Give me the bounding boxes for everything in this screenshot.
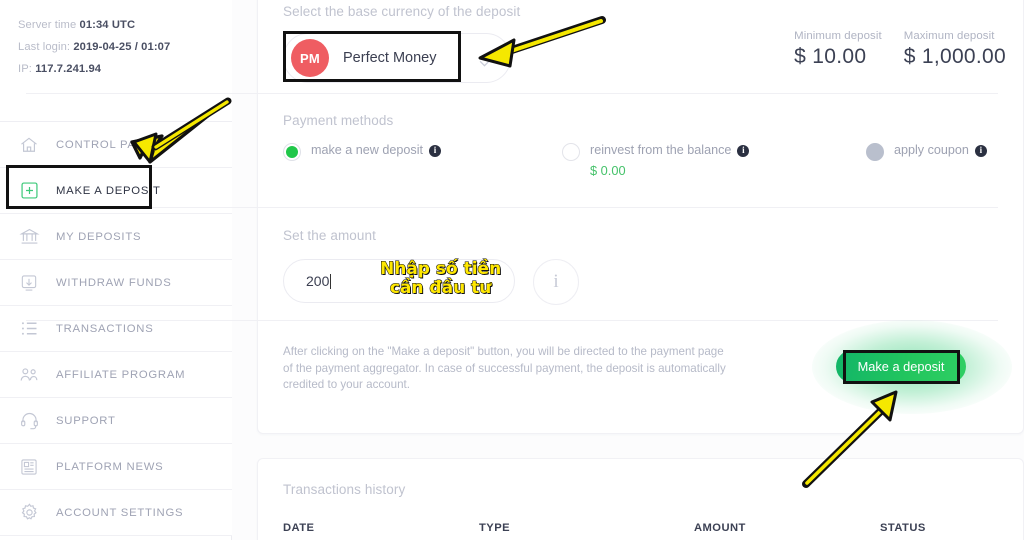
text-caret [330, 273, 332, 289]
sidebar-item-control-panel[interactable]: CONTROL PANEL [0, 122, 232, 168]
maximum-deposit-value: $ 1,000.00 [903, 45, 1006, 68]
minimum-deposit-value: $ 10.00 [794, 45, 867, 68]
sidebar-item-label: PLATFORM NEWS [56, 460, 164, 473]
last-login-value: 2019-04-25 / 01:07 [73, 41, 171, 53]
transactions-history-header: DATE TYPE AMOUNT STATUS [283, 522, 983, 540]
radio-apply-coupon[interactable] [866, 143, 884, 161]
info-icon[interactable]: i [429, 144, 442, 157]
payment-method-label-wrap: apply coupon i [894, 142, 987, 159]
sidebar-item-account-settings[interactable]: ACCOUNT SETTINGS [0, 490, 232, 536]
app-root: Server time 01:34 UTC Last login: 2019-0… [0, 0, 1024, 540]
payment-method-label: apply coupon [894, 143, 969, 157]
payment-method-label: make a new deposit [311, 143, 424, 157]
info-icon[interactable]: i [737, 144, 750, 157]
bank-icon [14, 222, 44, 252]
payment-method-label-wrap: make a new deposit i [311, 142, 442, 159]
radio-reinvest-from-the-balance[interactable] [562, 143, 580, 161]
list-icon [14, 314, 44, 344]
column-header-amount: AMOUNT [694, 522, 746, 534]
amount-hint-line-1: Nhập số tiền [379, 259, 502, 279]
amount-info-icon[interactable]: i [533, 259, 579, 305]
server-time-value: 01:34 UTC [79, 19, 136, 31]
maximum-deposit-caption: Maximum deposit [903, 30, 995, 42]
withdraw-icon [14, 268, 44, 298]
perfect-money-badge: PM [291, 39, 329, 77]
minimum-deposit-caption: Minimum deposit [794, 30, 882, 42]
amount-hint-line-2: cần đầu tư [389, 278, 492, 298]
sidebar-item-label: ACCOUNT SETTINGS [56, 506, 184, 519]
column-header-date: DATE [283, 522, 315, 534]
transactions-history-title: Transactions history [283, 482, 406, 497]
last-login-label: Last login: [18, 41, 71, 53]
sidebar-item-affiliate-program[interactable]: AFFILIATE PROGRAM [0, 352, 232, 398]
divider-currency [26, 93, 998, 94]
sidebar-item-label: SUPPORT [56, 414, 116, 427]
reinvest-balance-amount: $ 0.00 [590, 163, 626, 178]
deposit-limits: Minimum deposit $ 10.00 Maximum deposit … [794, 30, 1006, 69]
chevron-down-icon [479, 54, 490, 67]
sidebar-item-label: AFFILIATE PROGRAM [56, 368, 186, 381]
column-header-type: TYPE [479, 522, 511, 534]
column-header-status: STATUS [880, 522, 926, 534]
payment-method-new-deposit[interactable]: make a new deposit i [283, 142, 442, 161]
sidebar-item-label: TRANSACTIONS [56, 322, 154, 335]
server-time-line: Server time 01:34 UTC [18, 14, 232, 36]
sidebar-item-label: CONTROL PANEL [56, 138, 160, 151]
home-icon [14, 130, 44, 160]
server-time-label: Server time [18, 19, 77, 31]
divider-amount [26, 320, 998, 321]
last-login-line: Last login: 2019-04-25 / 01:07 [18, 36, 232, 58]
divider-payment-methods [26, 207, 998, 208]
payment-method-label: reinvest from the balance [590, 143, 732, 157]
sidebar-item-transactions[interactable]: TRANSACTIONS [0, 306, 232, 352]
people-icon [14, 360, 44, 390]
sidebar-server-info: Server time 01:34 UTC Last login: 2019-0… [0, 0, 232, 122]
payment-method-coupon[interactable]: apply coupon i [866, 142, 987, 161]
ip-label: IP: [18, 63, 32, 75]
amount-input-value: 200 [306, 273, 330, 289]
sidebar-item-platform-news[interactable]: PLATFORM NEWS [0, 444, 232, 490]
currency-section-label: Select the base currency of the deposit [283, 4, 521, 19]
payment-method-reinvest[interactable]: reinvest from the balance i $ 0.00 [562, 142, 750, 179]
plus-square-icon [14, 176, 44, 206]
payment-method-label-wrap: reinvest from the balance i $ 0.00 [590, 142, 750, 179]
currency-select[interactable]: PM Perfect Money [283, 33, 511, 83]
payment-methods-label: Payment methods [283, 113, 394, 128]
make-a-deposit-button[interactable]: Make a deposit [836, 350, 966, 383]
sidebar-item-label: MAKE A DEPOSIT [56, 184, 161, 197]
sidebar-item-label: WITHDRAW FUNDS [56, 276, 172, 289]
headset-icon [14, 406, 44, 436]
sidebar-item-support[interactable]: SUPPORT [0, 398, 232, 444]
news-icon [14, 452, 44, 482]
sidebar: Server time 01:34 UTC Last login: 2019-0… [0, 0, 232, 540]
gear-icon [14, 498, 44, 528]
sidebar-menu: CONTROL PANEL MAKE A DEPOSIT MY DEPOSITS [0, 122, 232, 536]
sidebar-item-label: MY DEPOSITS [56, 230, 142, 243]
payment-methods-row: make a new deposit i reinvest from the ba… [283, 142, 1001, 184]
minimum-deposit: Minimum deposit $ 10.00 [794, 30, 882, 69]
radio-make-a-new-deposit[interactable] [283, 143, 301, 161]
ip-value: 117.7.241.94 [35, 63, 102, 75]
deposit-note: After clicking on the "Make a deposit" b… [283, 345, 726, 391]
info-icon[interactable]: i [974, 144, 987, 157]
amount-hint-annotation: Nhập số tiền cần đầu tư [379, 259, 502, 298]
maximum-deposit: Maximum deposit $ 1,000.00 [904, 30, 1006, 69]
currency-name: Perfect Money [343, 50, 437, 66]
sidebar-item-withdraw-funds[interactable]: WITHDRAW FUNDS [0, 260, 232, 306]
ip-line: IP: 117.7.241.94 [18, 58, 232, 80]
sidebar-item-my-deposits[interactable]: MY DEPOSITS [0, 214, 232, 260]
amount-label: Set the amount [283, 228, 376, 243]
